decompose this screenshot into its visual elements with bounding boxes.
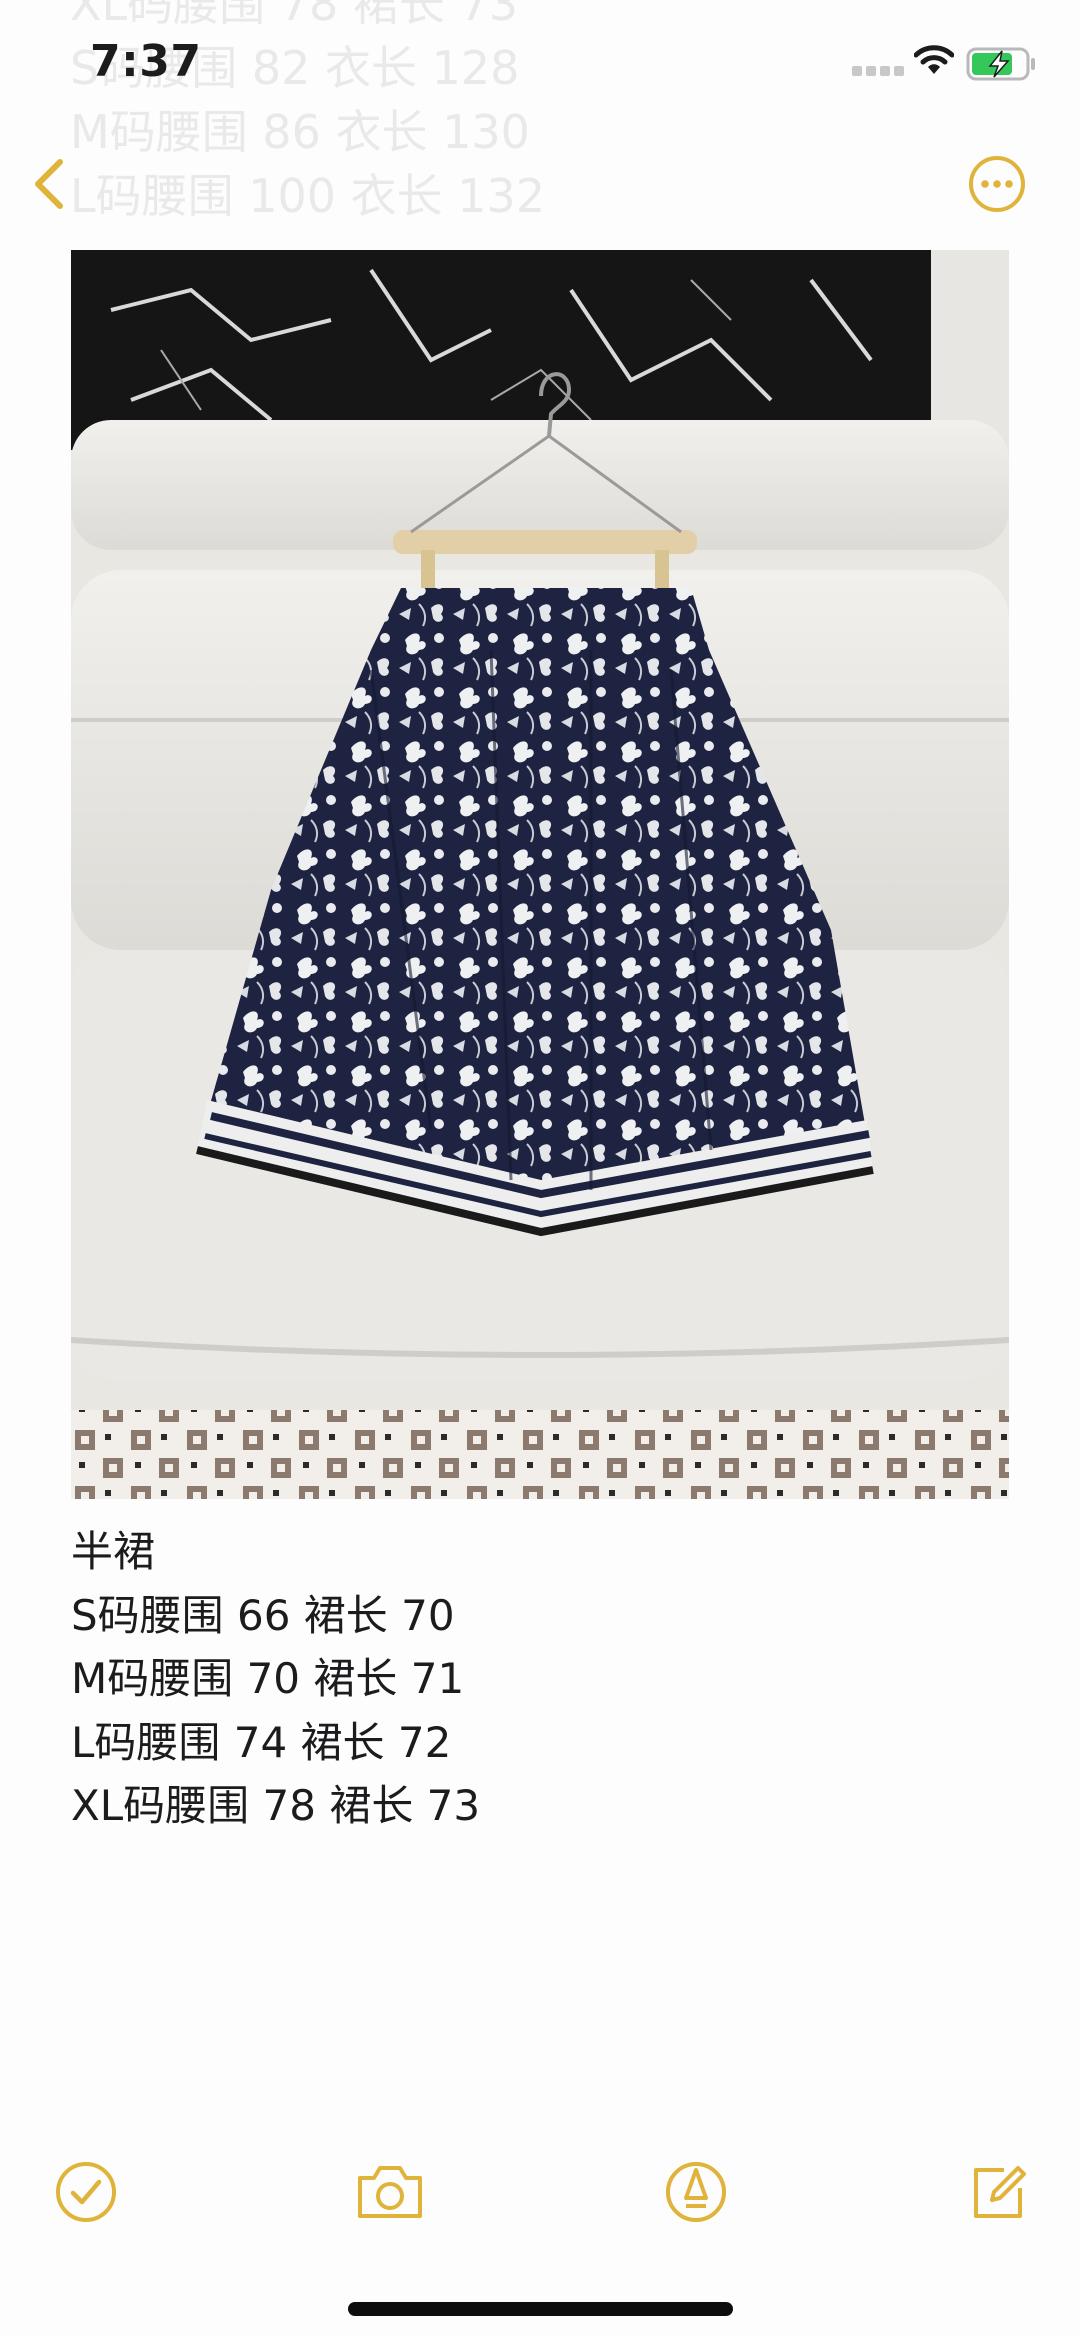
wifi-icon [914,45,954,74]
note-line-title: 半裙 [71,1527,156,1576]
note-line-size-m: M码腰围 70 裙长 71 [71,1654,465,1703]
checklist-icon[interactable] [54,2160,118,2224]
markup-pen-icon[interactable] [664,2160,728,2224]
note-line-size-l: L码腰围 74 裙长 72 [71,1717,452,1767]
battery-charging-icon [966,47,1035,81]
cellular-signal-icon [852,66,906,78]
back-chevron-icon[interactable] [30,156,70,212]
home-indicator[interactable] [348,2302,733,2316]
note-image-skirt-photo[interactable] [71,250,1009,1499]
camera-icon[interactable] [354,2160,426,2224]
more-options-icon[interactable] [968,155,1026,213]
note-line-size-xl: XL码腰围 78 裙长 73 [71,1781,481,1830]
compose-icon[interactable] [966,2160,1030,2224]
note-line-size-s: S码腰围 66 裙长 70 [71,1590,455,1640]
status-bar: 7:37 [0,0,1080,130]
note-body[interactable]: 半裙 S码腰围 66 裙长 70 M码腰围 70 裙长 71 L码腰围 74 裙… [71,1520,971,1838]
ghost-line: L码腰围 100 衣长 132 [70,169,546,223]
status-time: 7:37 [90,36,202,87]
